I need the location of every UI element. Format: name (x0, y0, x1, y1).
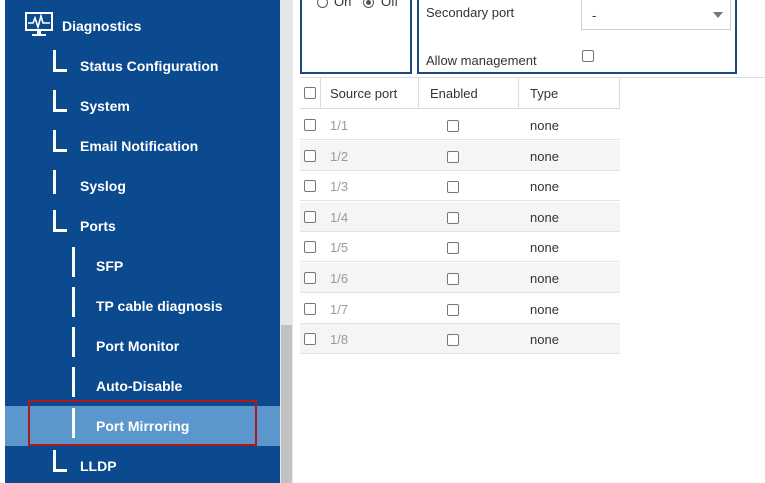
sidebar-item-label: Syslog (80, 178, 126, 194)
column-header-type[interactable]: Type (518, 78, 619, 108)
source-port-cell: 1/5 (330, 240, 349, 255)
sidebar-item-label: Ports (80, 218, 116, 234)
type-cell: none (530, 302, 559, 317)
sidebar-scrollbar-thumb[interactable] (281, 325, 292, 483)
highlight-outline (28, 400, 257, 446)
sidebar-item-email-notification[interactable]: Email Notification (5, 126, 280, 166)
sidebar-item-label: System (80, 98, 130, 114)
secondary-port-value: - (592, 8, 597, 23)
type-cell: none (530, 179, 559, 194)
sidebar-nav: Diagnostics Status Configuration System … (0, 0, 280, 483)
column-header-enabled[interactable]: Enabled (418, 78, 518, 108)
column-divider (619, 78, 620, 108)
sidebar-item-label: Email Notification (80, 138, 199, 154)
enabled-checkbox[interactable] (447, 273, 459, 285)
row-select-checkbox[interactable] (304, 180, 316, 192)
chevron-down-icon (713, 12, 723, 18)
table-row[interactable]: 1/5 none (300, 232, 620, 262)
type-cell: none (530, 210, 559, 225)
type-cell: none (530, 118, 559, 133)
sidebar-item-status-configuration[interactable]: Status Configuration (5, 46, 280, 86)
table-row[interactable]: 1/3 none (300, 171, 620, 201)
sidebar-item-label: Diagnostics (62, 18, 142, 34)
mirroring-toggle-panel: On Off (300, 0, 412, 74)
type-cell: none (530, 332, 559, 347)
type-cell: none (530, 271, 559, 286)
table-row[interactable]: 1/8 none (300, 324, 620, 354)
sidebar-item-sfp[interactable]: SFP (5, 246, 280, 286)
sidebar-item-port-monitor[interactable]: Port Monitor (5, 326, 280, 366)
table-row[interactable]: 1/7 none (300, 294, 620, 324)
enabled-checkbox[interactable] (447, 120, 459, 132)
table-row[interactable]: 1/6 none (300, 263, 620, 293)
sidebar-item-lldp[interactable]: LLDP (5, 446, 280, 483)
enabled-checkbox[interactable] (447, 151, 459, 163)
sidebar-item-label: LLDP (80, 458, 117, 474)
source-port-cell: 1/2 (330, 149, 349, 164)
sidebar-item-syslog[interactable]: Syslog (5, 166, 280, 206)
enabled-checkbox[interactable] (447, 242, 459, 254)
sidebar-item-ports[interactable]: Ports (5, 206, 280, 246)
select-all-checkbox[interactable] (304, 87, 316, 99)
table-header: Source port Enabled Type (300, 78, 620, 109)
table-row[interactable]: 1/1 none (300, 110, 620, 140)
on-label: On (334, 0, 352, 9)
source-port-cell: 1/1 (330, 118, 349, 133)
row-select-checkbox[interactable] (304, 272, 316, 284)
table-row[interactable]: 1/2 none (300, 141, 620, 171)
source-port-cell: 1/4 (330, 210, 349, 225)
table-row[interactable]: 1/4 none (300, 202, 620, 232)
sidebar-item-tp-cable-diagnosis[interactable]: TP cable diagnosis (5, 286, 280, 326)
enabled-checkbox[interactable] (447, 212, 459, 224)
sidebar-item-label: SFP (96, 258, 124, 274)
sidebar-item-label: Auto-Disable (96, 378, 183, 394)
type-cell: none (530, 149, 559, 164)
off-label: Off (381, 0, 399, 9)
allow-management-checkbox[interactable] (582, 50, 594, 62)
sidebar-item-system[interactable]: System (5, 86, 280, 126)
on-radio[interactable] (317, 0, 328, 8)
allow-management-label: Allow management (426, 53, 537, 68)
source-port-cell: 1/7 (330, 302, 349, 317)
row-select-checkbox[interactable] (304, 303, 316, 315)
secondary-port-label: Secondary port (426, 5, 515, 20)
enabled-checkbox[interactable] (447, 334, 459, 346)
enabled-checkbox[interactable] (447, 304, 459, 316)
source-port-cell: 1/8 (330, 332, 349, 347)
row-select-checkbox[interactable] (304, 150, 316, 162)
column-header-source-port[interactable]: Source port (320, 78, 418, 108)
diagnostics-monitor-icon (25, 12, 53, 41)
sidebar-item-label: Port Monitor (96, 338, 180, 354)
sidebar-item-label: Status Configuration (80, 58, 219, 74)
type-cell: none (530, 240, 559, 255)
source-port-cell: 1/6 (330, 271, 349, 286)
secondary-port-select[interactable]: - (581, 0, 731, 30)
sidebar-item-diagnostics[interactable]: Diagnostics (5, 6, 280, 46)
source-port-cell: 1/3 (330, 179, 349, 194)
row-select-checkbox[interactable] (304, 333, 316, 345)
sidebar-item-label: TP cable diagnosis (96, 298, 223, 314)
off-radio[interactable] (363, 0, 374, 8)
row-select-checkbox[interactable] (304, 119, 316, 131)
enabled-checkbox[interactable] (447, 181, 459, 193)
row-select-checkbox[interactable] (304, 241, 316, 253)
row-select-checkbox[interactable] (304, 211, 316, 223)
